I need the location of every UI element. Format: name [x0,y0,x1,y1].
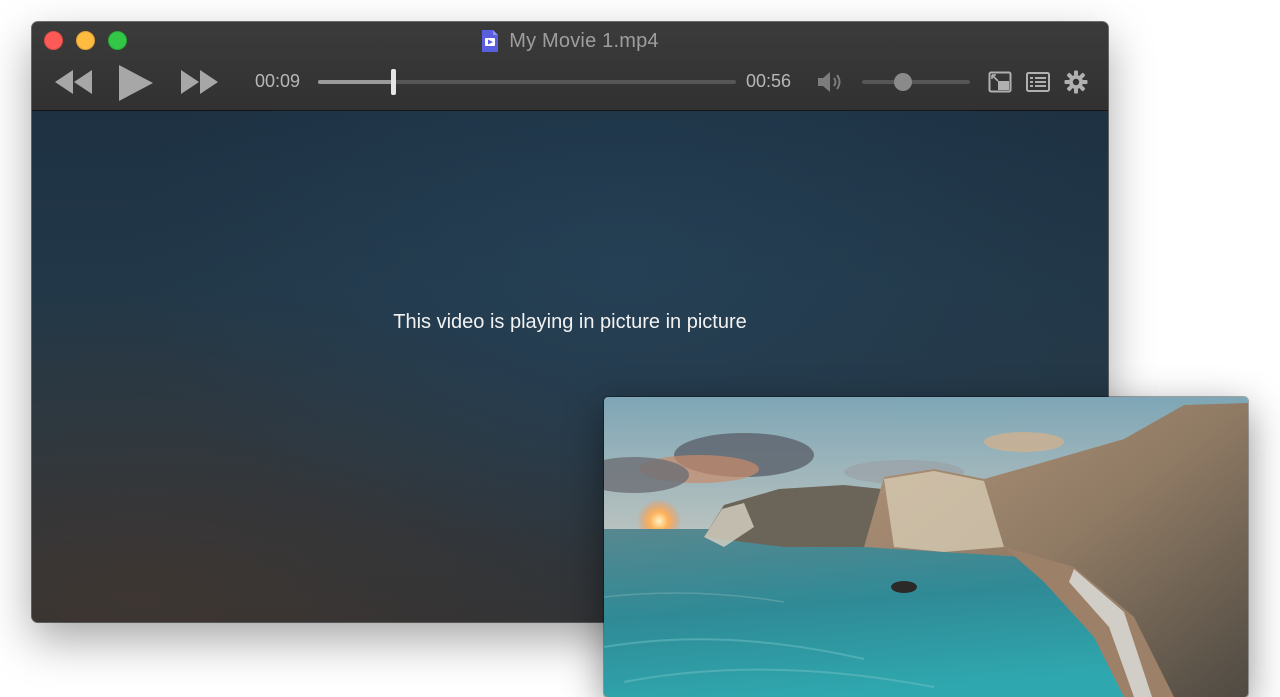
volume-slider[interactable] [862,80,970,84]
picture-in-picture-icon[interactable] [988,71,1012,93]
video-file-icon [482,30,499,52]
seek-handle[interactable] [391,69,397,95]
gear-icon[interactable] [1064,70,1088,94]
playlist-icon[interactable] [1026,72,1050,92]
pip-window[interactable] [604,397,1248,697]
title-bar[interactable]: My Movie 1.mp4 00:09 00:56 [32,22,1108,111]
current-time: 00:09 [255,71,301,91]
seek-bar[interactable] [318,80,736,84]
window-title-group: My Movie 1.mp4 [32,28,1108,54]
volume-handle[interactable] [894,73,913,91]
fast-forward-icon[interactable] [180,69,220,95]
window-title: My Movie 1.mp4 [509,29,659,52]
pip-video-frame [604,397,1248,697]
duration-time: 00:56 [746,71,792,91]
rewind-icon[interactable] [54,69,94,95]
seek-progress [318,80,394,84]
pip-status-message: This video is playing in picture in pict… [393,311,747,333]
play-icon[interactable] [118,64,154,102]
speaker-icon[interactable] [816,70,846,94]
